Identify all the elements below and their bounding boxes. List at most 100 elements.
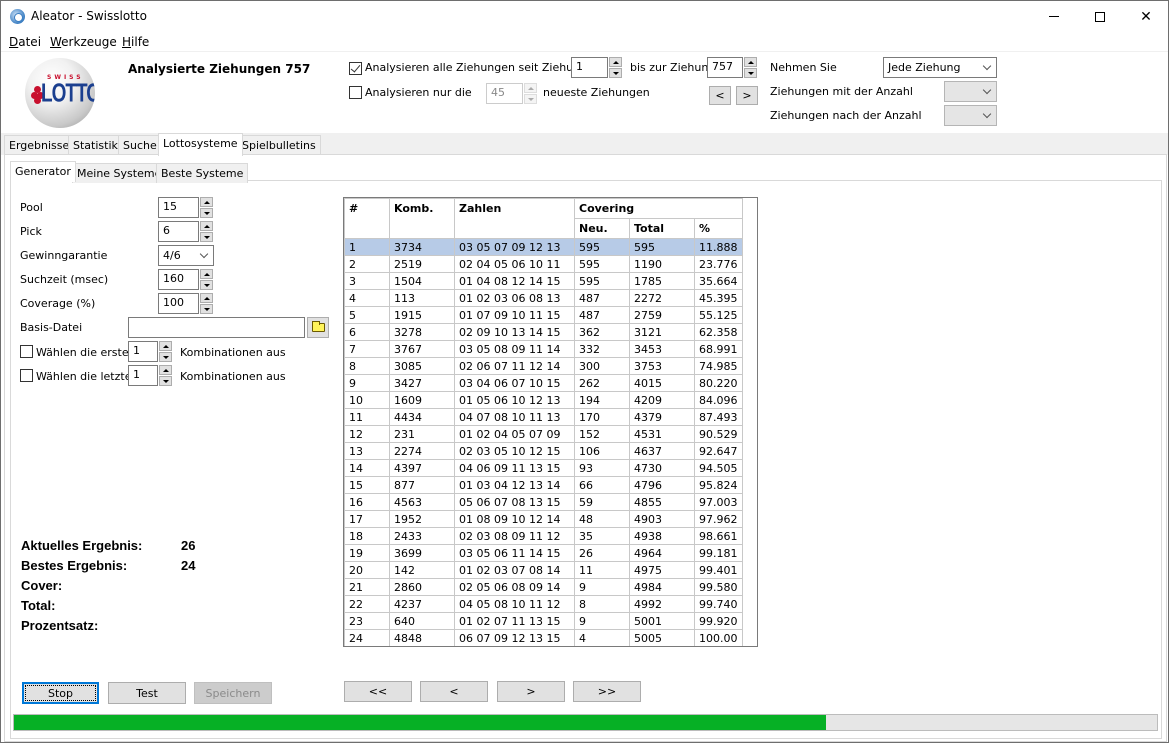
col-header-num[interactable]: #	[344, 198, 390, 239]
take-select[interactable]: Jede Ziehung	[883, 57, 997, 78]
table-row[interactable]: 19 3699 03 05 06 11 14 15 26 4964 99.181	[344, 544, 743, 562]
spin-down-icon[interactable]	[200, 208, 213, 218]
tab-statistik[interactable]: Statistik	[68, 135, 123, 155]
test-button[interactable]: Test	[108, 682, 186, 704]
coverage-spinner[interactable]	[200, 293, 213, 314]
table-row[interactable]: 13 2274 02 03 05 10 12 15 106 4637 92.647	[344, 442, 743, 460]
table-row[interactable]: 2 2519 02 04 05 06 10 11 595 1190 23.776	[344, 255, 743, 273]
search-time-spinner[interactable]	[200, 269, 213, 290]
spin-up-icon[interactable]	[524, 83, 537, 93]
pool-input[interactable]: 15	[158, 197, 199, 218]
table-row[interactable]: 24 4848 06 07 09 12 13 15 4 5005 100.00	[344, 629, 743, 646]
col-header-neu[interactable]: Neu.	[574, 218, 630, 239]
save-button[interactable]: Speichern	[194, 682, 272, 704]
table-row[interactable]: 22 4237 04 05 08 10 11 12 8 4992 99.740	[344, 595, 743, 613]
table-row[interactable]: 17 1952 01 08 09 10 12 14 48 4903 97.962	[344, 510, 743, 528]
table-row[interactable]: 3 1504 01 04 08 12 14 15 595 1785 35.664	[344, 272, 743, 290]
col-header-komb[interactable]: Komb.	[389, 198, 455, 239]
col-header-zahlen[interactable]: Zahlen	[454, 198, 575, 239]
guarantee-select[interactable]: 4/6	[158, 245, 214, 266]
choose-last-spinner[interactable]	[159, 365, 172, 386]
spin-down-icon[interactable]	[200, 280, 213, 290]
prev-page-button[interactable]: <	[420, 681, 488, 702]
latest-count-input[interactable]: 45	[486, 83, 523, 104]
base-file-input[interactable]	[128, 317, 305, 338]
spin-down-icon[interactable]	[744, 68, 757, 78]
first-page-button[interactable]: <<	[344, 681, 412, 702]
pick-spinner[interactable]	[200, 221, 213, 242]
spin-down-icon[interactable]	[159, 352, 172, 362]
spin-down-icon[interactable]	[609, 68, 622, 78]
stop-button[interactable]: Stop	[22, 682, 99, 704]
table-row[interactable]: 16 4563 05 06 07 08 13 15 59 4855 97.003	[344, 493, 743, 511]
spin-up-icon[interactable]	[200, 221, 213, 231]
next-page-button[interactable]: >	[497, 681, 565, 702]
spin-up-icon[interactable]	[609, 57, 622, 67]
subtab-meine-systeme[interactable]: Meine Systeme	[72, 163, 167, 183]
coverage-input[interactable]: 100	[158, 293, 199, 314]
table-row[interactable]: 12 231 01 02 04 05 07 09 152 4531 90.529	[344, 425, 743, 443]
table-row[interactable]: 7 3767 03 05 08 09 11 14 332 3453 68.991	[344, 340, 743, 358]
tab-lottosysteme[interactable]: Lottosysteme	[158, 133, 243, 156]
menu-datei[interactable]: Datei	[9, 35, 41, 49]
table-row[interactable]: 20 142 01 02 03 07 08 14 11 4975 99.401	[344, 561, 743, 579]
subtab-generator[interactable]: Generator	[10, 161, 76, 182]
from-draw-input[interactable]: 1	[571, 57, 608, 78]
table-row[interactable]: 15 877 01 03 04 12 13 14 66 4796 95.824	[344, 476, 743, 494]
spin-down-icon[interactable]	[200, 232, 213, 242]
tab-spielbulletins[interactable]: Spielbulletins	[237, 135, 321, 155]
table-row[interactable]: 1 3734 03 05 07 09 12 13 595 595 11.888	[344, 238, 743, 256]
search-time-input[interactable]: 160	[158, 269, 199, 290]
after-count-select[interactable]	[944, 105, 997, 126]
spin-up-icon[interactable]	[200, 269, 213, 279]
table-row[interactable]: 14 4397 04 06 09 11 13 15 93 4730 94.505	[344, 459, 743, 477]
from-draw-spinner[interactable]	[609, 57, 622, 78]
last-page-button[interactable]: >>	[573, 681, 641, 702]
analyse-latest-checkbox[interactable]	[349, 86, 362, 99]
systems-grid[interactable]: # Komb. Zahlen Covering Neu. Total % 1 37…	[343, 197, 758, 647]
prev-draw-button[interactable]: <	[709, 86, 731, 105]
table-row[interactable]: 9 3427 03 04 06 07 10 15 262 4015 80.220	[344, 374, 743, 392]
minimize-button[interactable]	[1031, 1, 1077, 32]
spin-up-icon[interactable]	[744, 57, 757, 67]
col-header-pct[interactable]: %	[694, 218, 743, 239]
spin-up-icon[interactable]	[200, 197, 213, 207]
close-button[interactable]: ✕	[1123, 1, 1169, 32]
to-draw-input[interactable]: 757	[707, 57, 743, 78]
col-header-total[interactable]: Total	[629, 218, 695, 239]
spin-up-icon[interactable]	[200, 293, 213, 303]
table-row[interactable]: 23 640 01 02 07 11 13 15 9 5001 99.920	[344, 612, 743, 630]
table-row[interactable]: 21 2860 02 05 06 08 09 14 9 4984 99.580	[344, 578, 743, 596]
table-row[interactable]: 4 113 01 02 03 06 08 13 487 2272 45.395	[344, 289, 743, 307]
choose-first-checkbox[interactable]	[20, 345, 33, 358]
spin-down-icon[interactable]	[200, 304, 213, 314]
menu-hilfe[interactable]: Hilfe	[122, 35, 149, 49]
next-draw-button[interactable]: >	[736, 86, 758, 105]
with-count-select[interactable]	[944, 81, 997, 102]
choose-first-input[interactable]: 1	[128, 341, 158, 362]
col-header-covering[interactable]: Covering	[574, 198, 743, 219]
to-draw-spinner[interactable]	[744, 57, 757, 78]
table-row[interactable]: 18 2433 02 03 08 09 11 12 35 4938 98.661	[344, 527, 743, 545]
tab-ergebnisse[interactable]: Ergebnisse	[4, 135, 75, 155]
choose-last-checkbox[interactable]	[20, 369, 33, 382]
table-row[interactable]: 6 3278 02 09 10 13 14 15 362 3121 62.358	[344, 323, 743, 341]
pool-spinner[interactable]	[200, 197, 213, 218]
choose-first-spinner[interactable]	[159, 341, 172, 362]
table-row[interactable]: 5 1915 01 07 09 10 11 15 487 2759 55.125	[344, 306, 743, 324]
table-row[interactable]: 10 1609 01 05 06 10 12 13 194 4209 84.096	[344, 391, 743, 409]
spin-up-icon[interactable]	[159, 341, 172, 351]
table-row[interactable]: 8 3085 02 06 07 11 12 14 300 3753 74.985	[344, 357, 743, 375]
pick-input[interactable]: 6	[158, 221, 199, 242]
table-row[interactable]: 11 4434 04 07 08 10 11 13 170 4379 87.493	[344, 408, 743, 426]
tab-suche[interactable]: Suche	[118, 135, 162, 155]
spin-up-icon[interactable]	[159, 365, 172, 375]
maximize-button[interactable]	[1077, 1, 1123, 32]
menu-werkzeuge[interactable]: Werkzeuge	[50, 35, 117, 49]
choose-last-input[interactable]: 1	[128, 365, 158, 386]
spin-down-icon[interactable]	[159, 376, 172, 386]
subtab-beste-systeme[interactable]: Beste Systeme	[156, 163, 249, 183]
latest-count-spinner[interactable]	[524, 83, 537, 104]
browse-button[interactable]	[307, 317, 329, 338]
analyse-all-checkbox[interactable]	[349, 62, 362, 75]
